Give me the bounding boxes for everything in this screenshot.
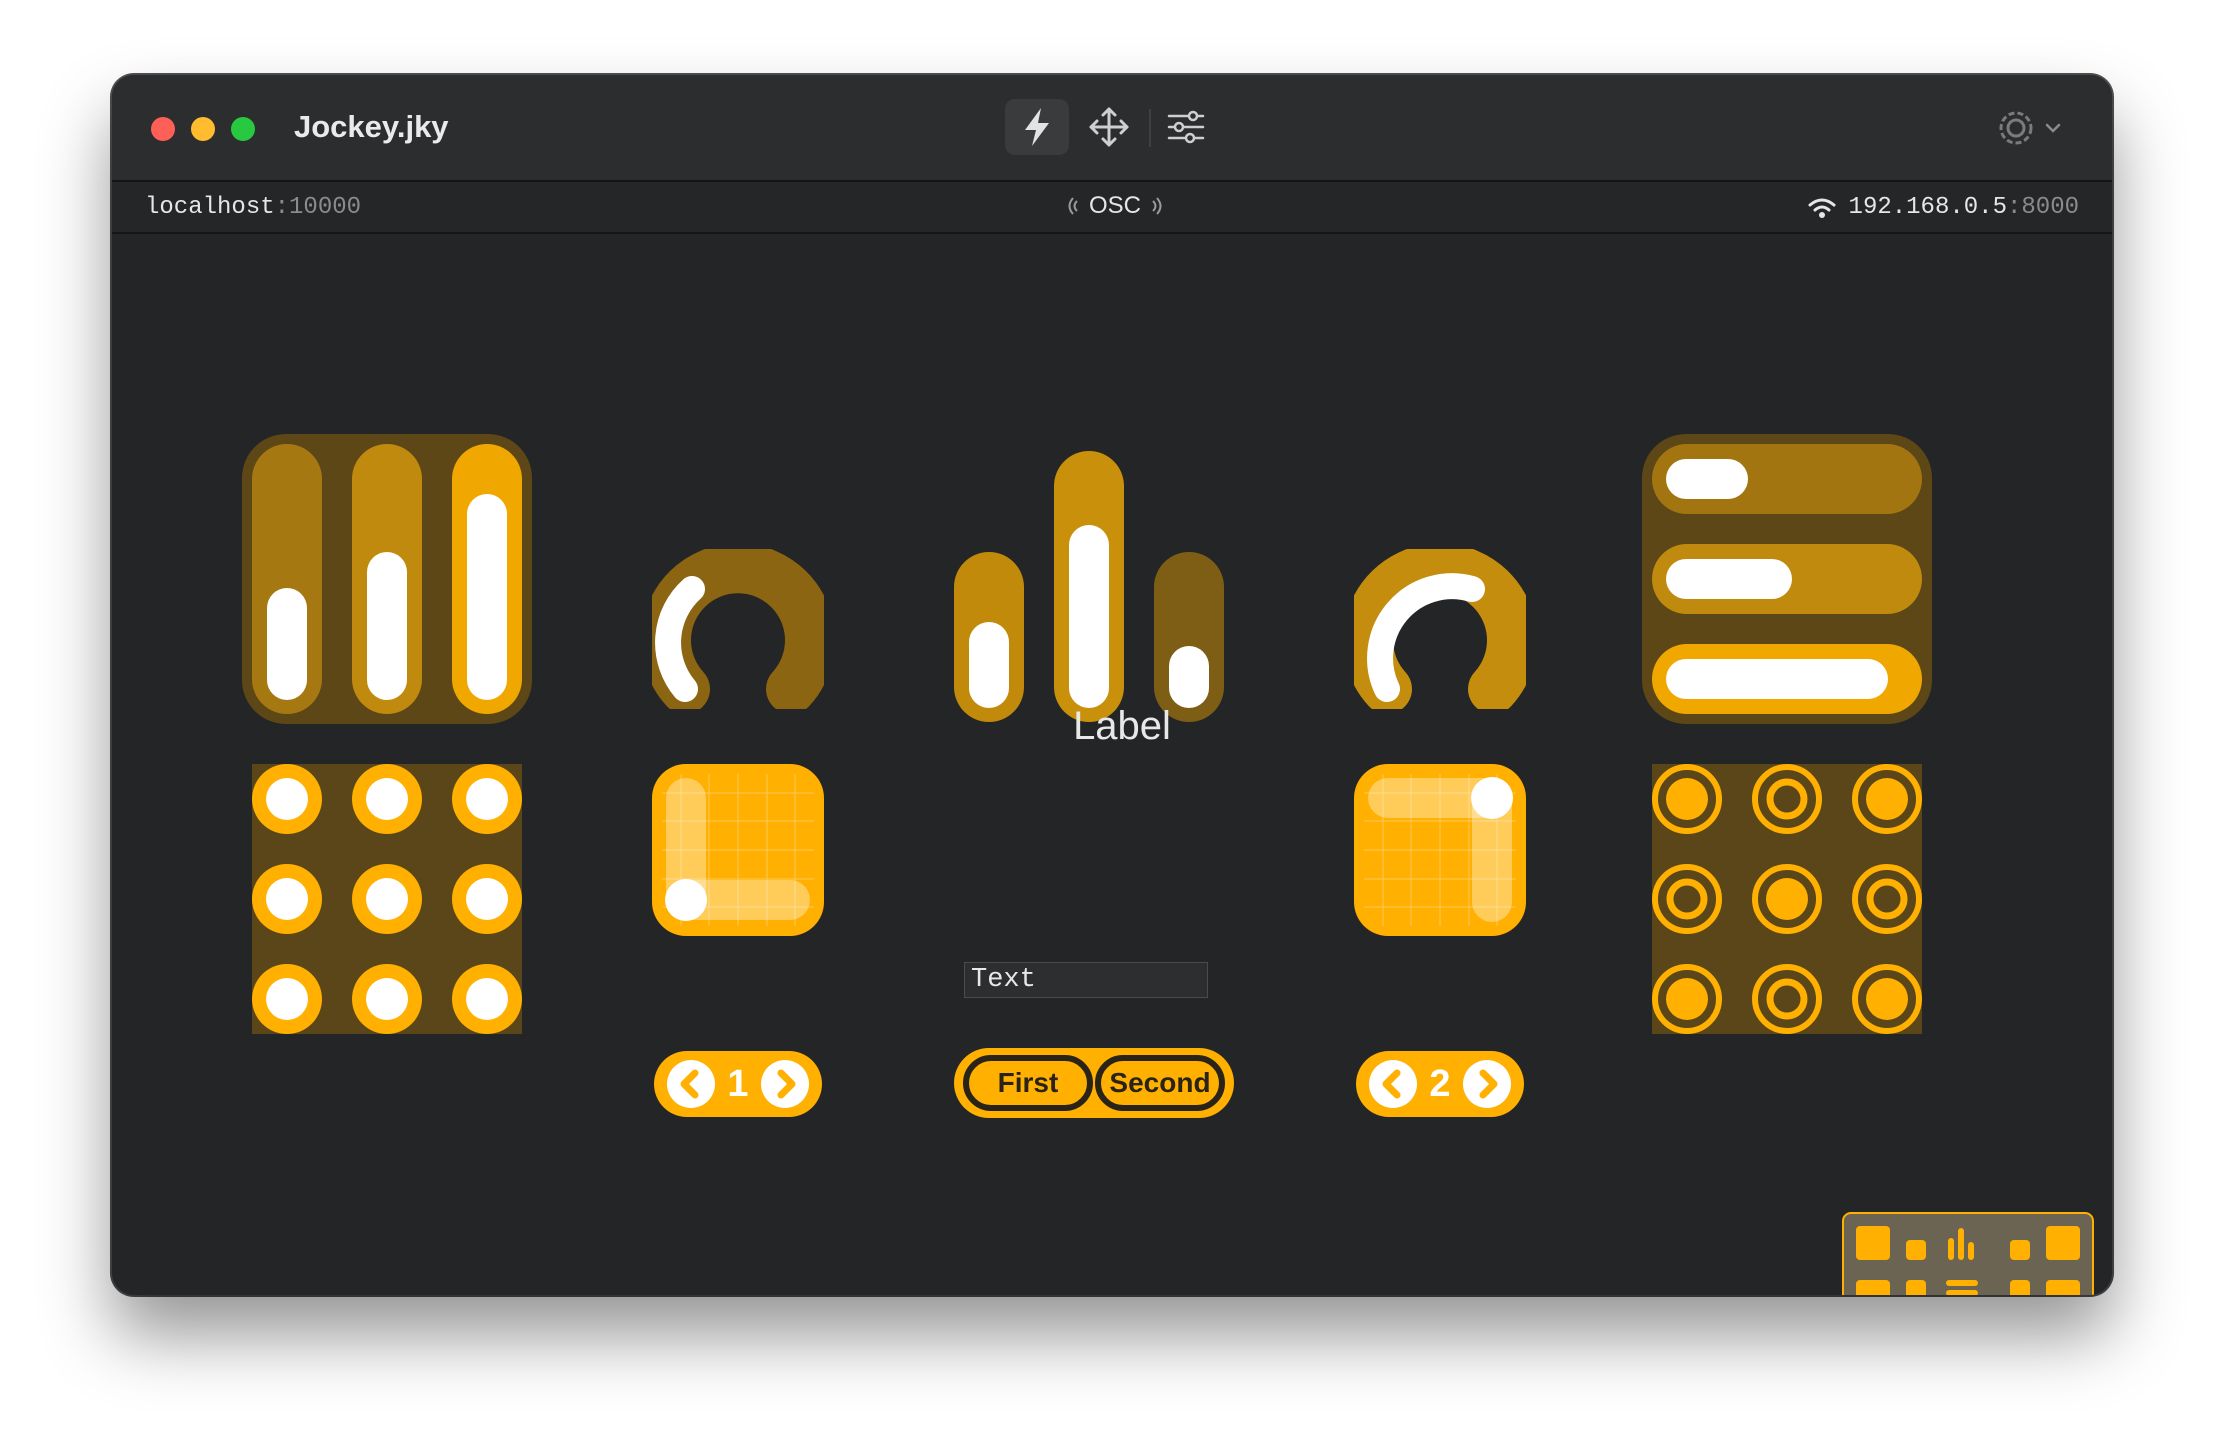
layout-minimap[interactable] bbox=[1842, 1212, 2094, 1295]
move-arrows-icon bbox=[1089, 107, 1129, 147]
settings-menu-button[interactable] bbox=[1996, 103, 2080, 153]
close-window-button[interactable] bbox=[151, 117, 175, 141]
minimize-window-button[interactable] bbox=[191, 117, 215, 141]
stepper-1-value: 1 bbox=[727, 1063, 749, 1105]
label-widget: Label bbox=[1073, 704, 1171, 748]
title-bar: Jockey.jky bbox=[112, 75, 2112, 182]
multi-fader[interactable] bbox=[242, 434, 532, 724]
remote-address: 192.168.0.5:8000 bbox=[1807, 194, 2079, 221]
protocol-indicator: OSC bbox=[1063, 192, 1167, 220]
connection-status-bar: localhost:10000 OSC 192.168.0.5:8000 bbox=[112, 182, 2112, 234]
broadcast-right-icon bbox=[1152, 197, 1162, 215]
stepper-1-increment-button[interactable] bbox=[760, 1059, 810, 1109]
horizontal-multi-fader[interactable] bbox=[1642, 434, 1932, 724]
toggle-grid[interactable] bbox=[252, 764, 522, 1034]
wifi-icon bbox=[1808, 198, 1836, 218]
vertical-sliders[interactable] bbox=[952, 449, 1236, 724]
button-grid[interactable] bbox=[1652, 764, 1922, 1034]
sliders-button[interactable] bbox=[1154, 99, 1218, 155]
xy-pad-2[interactable] bbox=[1354, 764, 1526, 936]
stepper-1-decrement-button[interactable] bbox=[666, 1059, 716, 1109]
local-address: localhost:10000 bbox=[145, 194, 361, 221]
window-title: Jockey.jky bbox=[294, 109, 449, 144]
chevron-down-icon bbox=[2045, 123, 2061, 133]
run-button[interactable] bbox=[1005, 99, 1069, 155]
stepper-2-decrement-button[interactable] bbox=[1368, 1059, 1418, 1109]
stepper-2-increment-button[interactable] bbox=[1462, 1059, 1512, 1109]
gear-icon bbox=[1999, 111, 2033, 145]
controls-canvas: Label Text 1 First Second 2 bbox=[112, 234, 2112, 1295]
rotary-knob-2[interactable] bbox=[1354, 549, 1526, 709]
protocol-label: OSC bbox=[1089, 192, 1142, 219]
xy-pad-1[interactable] bbox=[652, 764, 824, 936]
segmented-control: First Second bbox=[952, 1046, 1236, 1120]
app-window: Jockey.jky localhost:10000 OSC 192.168.0… bbox=[112, 75, 2112, 1295]
segment-second[interactable]: Second bbox=[1098, 1058, 1222, 1108]
maximize-window-button[interactable] bbox=[231, 117, 255, 141]
lightning-bolt-icon bbox=[1025, 108, 1049, 146]
local-host: localhost bbox=[145, 194, 275, 221]
rotary-knob-1[interactable] bbox=[652, 549, 824, 709]
stepper-1: 1 bbox=[652, 1049, 824, 1119]
stepper-2-value: 2 bbox=[1429, 1063, 1451, 1105]
stepper-2: 2 bbox=[1354, 1049, 1526, 1119]
text-input-widget[interactable]: Text bbox=[964, 962, 1208, 998]
segment-first[interactable]: First bbox=[966, 1058, 1090, 1108]
remote-port: :8000 bbox=[2006, 194, 2079, 221]
local-port: :10000 bbox=[274, 194, 362, 221]
broadcast-left-icon bbox=[1068, 197, 1078, 215]
move-button[interactable] bbox=[1077, 99, 1141, 155]
sliders-icon bbox=[1167, 110, 1205, 144]
toolbar-divider bbox=[1149, 109, 1151, 147]
remote-ip: 192.168.0.5 bbox=[1848, 194, 2007, 221]
